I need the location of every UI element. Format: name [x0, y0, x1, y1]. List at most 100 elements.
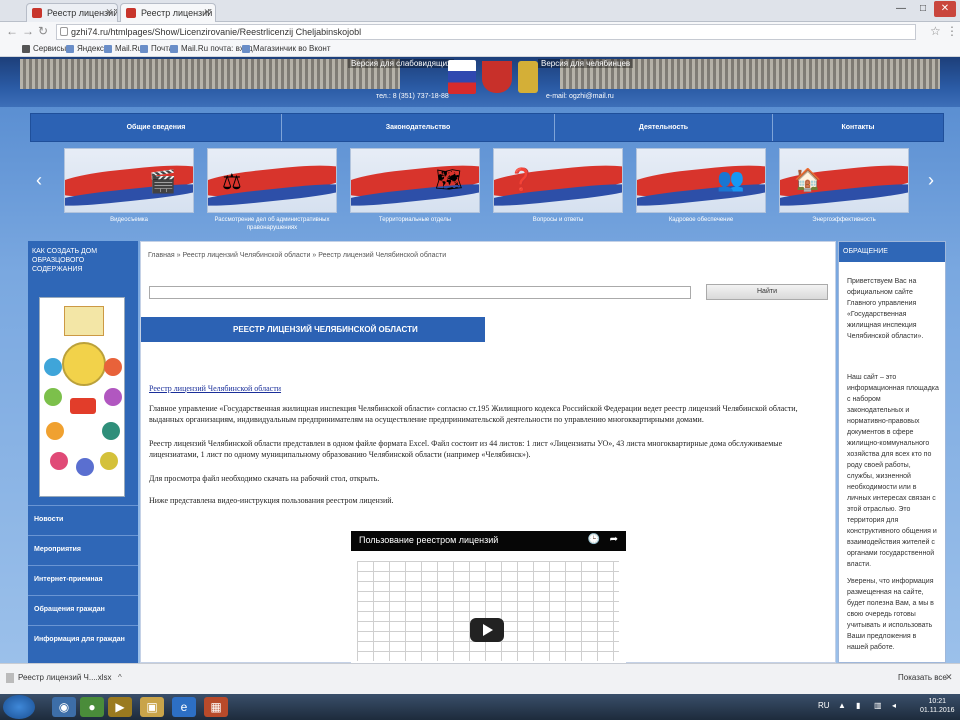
page-title: РЕЕСТР ЛИЦЕНЗИЙ ЧЕЛЯБИНСКОЙ ОБЛАСТИ: [141, 317, 485, 342]
start-button-icon[interactable]: [3, 695, 35, 719]
carousel-item-staffing[interactable]: 👥 Кадровое обеспечение: [636, 148, 766, 233]
breadcrumb-registry-section[interactable]: Реестр лицензий Челябинской области: [182, 252, 310, 259]
bookmark-vk-shop[interactable]: Магазинчик во Вконт: [242, 44, 331, 53]
internet-explorer-icon[interactable]: e: [172, 697, 196, 717]
carousel-item-label: Вопросы и ответы: [532, 217, 584, 223]
menu-icon[interactable]: ⋮: [946, 24, 958, 38]
carousel-item-faq[interactable]: ❓ Вопросы и ответы: [493, 148, 623, 233]
nav-contacts[interactable]: Контакты: [773, 114, 943, 141]
tab-close-icon[interactable]: ✕: [203, 7, 211, 18]
right-sidebar: ОБРАЩЕНИЕ Приветствуем Вас на официально…: [838, 241, 946, 663]
language-indicator[interactable]: RU: [818, 701, 830, 710]
paragraph: Главное управление «Государственная жили…: [149, 404, 798, 424]
russian-flag-icon: [448, 60, 476, 94]
address-bar[interactable]: gzhi74.ru/htmlpages/Show/Licenzirovanie/…: [56, 24, 916, 40]
nav-legislation[interactable]: Законодательство: [282, 114, 555, 141]
appeal-paragraph: Наш сайт – это информационная площадка с…: [847, 374, 939, 568]
carousel-item-video[interactable]: 🎬 Видеосъемка: [64, 148, 194, 233]
bookmark-mail[interactable]: Почта: [140, 44, 173, 53]
poster-image[interactable]: [39, 297, 125, 497]
carousel-image: 👥: [636, 148, 766, 213]
building-image: [20, 59, 400, 89]
breadcrumb-separator: »: [312, 252, 317, 259]
tray-app-icon[interactable]: ▮: [856, 701, 860, 710]
sidebar-item-reception[interactable]: Интернет-приемная: [28, 565, 138, 593]
sidebar-item-news[interactable]: Новости: [28, 505, 138, 533]
sidebar-item-appeals[interactable]: Обращения граждан: [28, 595, 138, 623]
breadcrumb: Главная » Реестр лицензий Челябинской об…: [148, 252, 446, 259]
volume-icon[interactable]: ◂: [892, 701, 896, 710]
browser-tab-1[interactable]: Реестр лицензий Челяб ✕: [26, 3, 118, 22]
maximize-button[interactable]: □: [912, 1, 934, 17]
poster-dot: [46, 422, 64, 440]
sidebar-item-citizen-info[interactable]: Информация для граждан: [28, 625, 138, 653]
browser-toolbar: ← → ↻ gzhi74.ru/htmlpages/Show/Licenziro…: [0, 22, 960, 42]
explorer-folder-icon[interactable]: ▣: [140, 697, 164, 717]
bookmark-mailru[interactable]: Mail.Ru: [104, 44, 142, 53]
reload-icon[interactable]: ↻: [38, 24, 48, 38]
search-button[interactable]: Найти: [706, 284, 828, 300]
header-email[interactable]: e-mail: ogzhi@mail.ru: [546, 93, 614, 100]
chrome-icon[interactable]: ●: [80, 697, 104, 717]
bookmark-mailru-login[interactable]: Mail.Ru почта: вход: [170, 44, 253, 53]
paragraph: Для просмотра файл необходимо скачать на…: [149, 474, 380, 483]
tab-favicon-icon: [32, 8, 42, 18]
bookmark-services[interactable]: Сервисы: [22, 44, 66, 53]
network-icon[interactable]: ▥: [874, 701, 882, 710]
page-info-icon[interactable]: [60, 27, 68, 36]
poster-dot: [44, 388, 62, 406]
nav-activity[interactable]: Деятельность: [555, 114, 773, 141]
browser-tab-2[interactable]: Реестр лицензий Челя ✕: [120, 3, 216, 22]
clapperboard-icon: 🎬: [149, 169, 177, 194]
share-icon[interactable]: ➦: [610, 534, 618, 545]
carousel-image: ⚖: [207, 148, 337, 213]
appeal-paragraph: Уверены, что информация размещенная на с…: [847, 578, 934, 651]
sidebar-heading[interactable]: КАК СОЗДАТЬ ДОМ ОБРАЗЦОВОГО СОДЕРЖАНИЯ: [32, 247, 132, 274]
system-clock[interactable]: 10:21 01.11.2016: [920, 697, 955, 715]
video-player[interactable]: Пользование реестром лицензий 🕒 ➦: [351, 531, 626, 663]
registry-link[interactable]: Реестр лицензий Челябинской области: [149, 383, 829, 394]
app-icon[interactable]: ▦: [204, 697, 228, 717]
city-version-link[interactable]: Версия для челябинцев: [538, 59, 634, 68]
play-button-icon[interactable]: [470, 618, 504, 642]
carousel-image: 🗺: [350, 148, 480, 213]
close-window-button[interactable]: ✕: [934, 1, 956, 17]
watch-later-icon[interactable]: 🕒: [588, 534, 600, 545]
carousel-item-label: Кадровое обеспечение: [668, 217, 734, 223]
carousel-image: 🏠: [779, 148, 909, 213]
breadcrumb-home[interactable]: Главная: [148, 252, 175, 259]
carousel-item-admin-cases[interactable]: ⚖ Рассмотрение дел об административных п…: [207, 148, 337, 233]
taskbar: ◉ ● ▶ ▣ e ▦ RU ▲ ▮ ▥ ◂ 10:21 01.11.2016: [0, 694, 960, 720]
media-player-icon[interactable]: ◉: [52, 697, 76, 717]
url-text: gzhi74.ru/htmlpages/Show/Licenzirovanie/…: [71, 27, 362, 37]
tray-expand-icon[interactable]: ▲: [838, 701, 846, 710]
regional-emblem-icon: [518, 61, 538, 93]
bookmark-yandex[interactable]: Яндекс: [66, 44, 104, 53]
nav-general-info[interactable]: Общие сведения: [31, 114, 282, 141]
video-thumbnail: [351, 551, 626, 663]
download-filename: Реестр лицензий Ч....xlsx: [18, 673, 112, 682]
show-all-downloads-link[interactable]: Показать все: [898, 673, 947, 682]
carousel-prev-icon[interactable]: ‹: [36, 170, 42, 191]
download-item[interactable]: Реестр лицензий Ч....xlsx: [6, 671, 128, 687]
main-content: Главная » Реестр лицензий Челябинской об…: [140, 241, 836, 663]
minimize-button[interactable]: —: [890, 1, 912, 17]
media-icon[interactable]: ▶: [108, 697, 132, 717]
back-icon[interactable]: ←: [6, 24, 18, 38]
lightbulb-icon: [62, 342, 106, 386]
carousel-next-icon[interactable]: ›: [928, 170, 934, 191]
tab-close-icon[interactable]: ✕: [105, 7, 113, 18]
low-vision-version-link[interactable]: Версия для слабовидящих: [348, 59, 455, 68]
sidebar-item-events[interactable]: Мероприятия: [28, 535, 138, 563]
question-icon: ❓: [508, 167, 536, 192]
download-menu-icon[interactable]: ^: [118, 673, 122, 682]
sidebar-heading: ОБРАЩЕНИЕ: [839, 242, 945, 262]
bookmark-star-icon[interactable]: ☆: [930, 24, 941, 38]
forward-icon[interactable]: →: [22, 24, 34, 38]
search-input[interactable]: [149, 286, 691, 299]
close-download-bar-icon[interactable]: ✕: [945, 672, 953, 683]
video-title[interactable]: Пользование реестром лицензий: [359, 535, 498, 545]
carousel-item-territorial[interactable]: 🗺 Территориальные отделы: [350, 148, 480, 233]
carousel-item-energy[interactable]: 🏠 Энергоэффективность: [779, 148, 909, 233]
web-page: Версия для слабовидящих Версия для челяб…: [0, 57, 960, 663]
